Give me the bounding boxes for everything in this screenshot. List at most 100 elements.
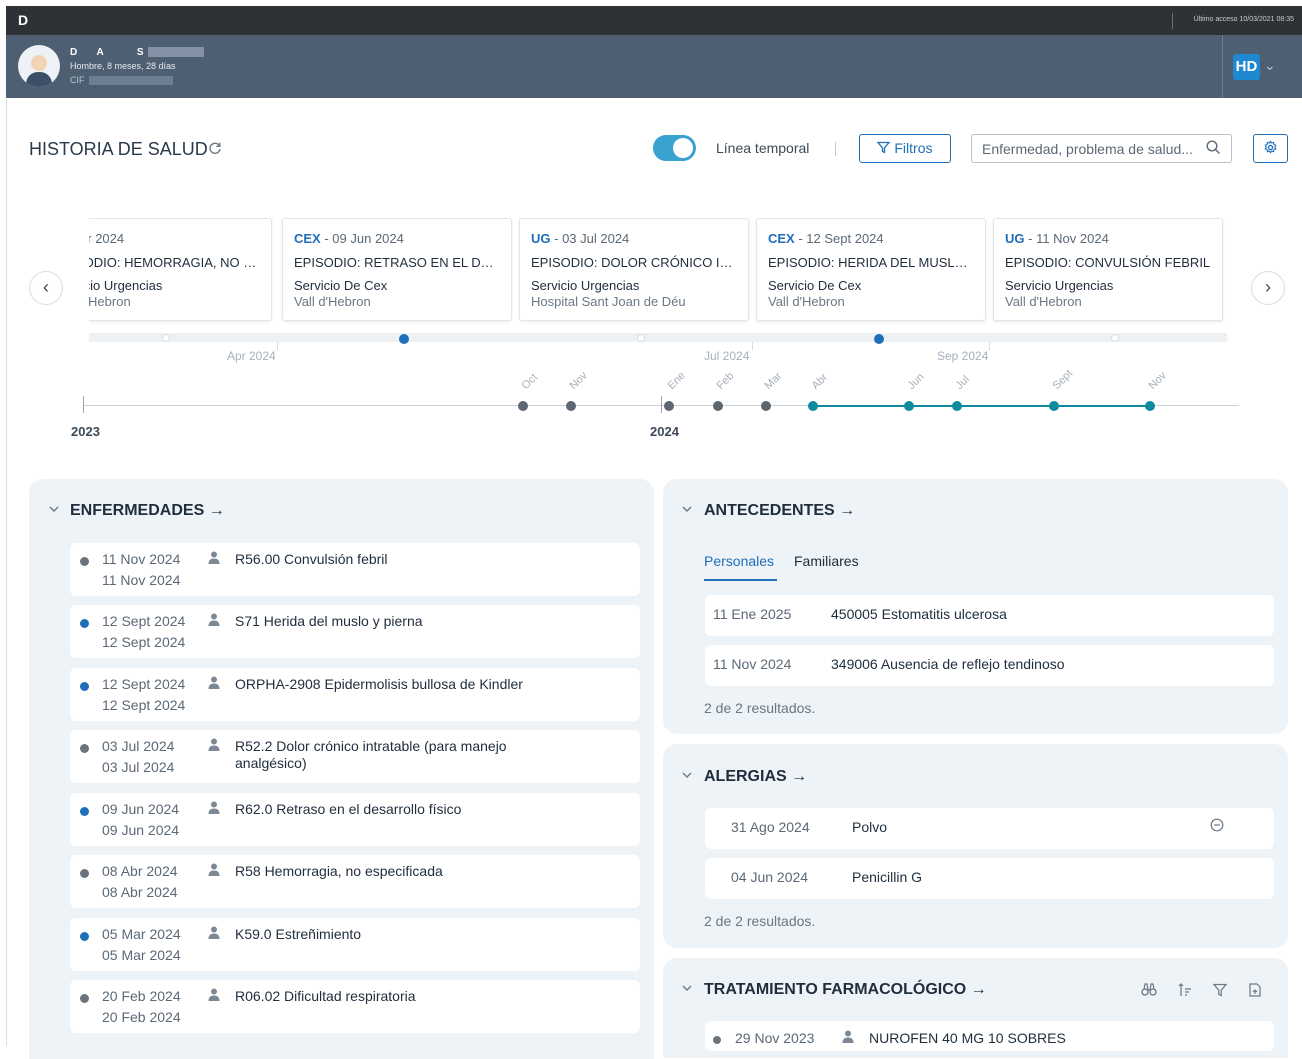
export-icon[interactable] xyxy=(1249,983,1261,1000)
chevron-down-icon[interactable] xyxy=(681,503,693,518)
timeline-card[interactable]: UG - 11 Nov 2024 EPISODIO: CONVULSIÓN FE… xyxy=(993,218,1223,321)
timeline-prev-button[interactable]: ‹ xyxy=(29,271,63,305)
timeline-next-button[interactable]: › xyxy=(1251,271,1285,305)
overview-point[interactable] xyxy=(566,401,576,411)
timeline-card[interactable]: UG - 03 Jul 2024 EPISODIO: DOLOR CRÓNICO… xyxy=(519,218,749,321)
timeline-card[interactable]: CEX - 12 Sept 2024 EPISODIO: HERIDA DEL … xyxy=(756,218,986,321)
user-icon xyxy=(208,613,220,629)
list-item[interactable]: 09 Jun 2024 09 Jun 2024 R62.0 Retraso en… xyxy=(70,793,640,846)
list-item[interactable]: 31 Ago 2024 Polvo xyxy=(705,808,1274,849)
timeline-card[interactable]: 08 Abr 2024 EPISODIO: HEMORRAGIA, NO E..… xyxy=(89,218,272,321)
timeline-point[interactable] xyxy=(399,334,409,344)
tab-familiares[interactable]: Familiares xyxy=(794,553,859,569)
list-item[interactable]: 12 Sept 2024 12 Sept 2024 S71 Herida del… xyxy=(70,605,640,658)
binoculars-icon[interactable] xyxy=(1141,983,1157,1000)
card-header: CEX - 12 Sept 2024 xyxy=(768,231,884,246)
settings-button[interactable] xyxy=(1253,134,1288,163)
card-date: 03 Jul 2024 xyxy=(562,231,630,246)
search-box[interactable] xyxy=(971,134,1232,163)
card-episode: EPISODIO: RETRASO EN EL DES... xyxy=(294,255,500,270)
year-label: 2023 xyxy=(71,424,100,439)
list-item[interactable]: 08 Abr 2024 08 Abr 2024 R58 Hemorragia, … xyxy=(70,855,640,908)
status-dot xyxy=(80,994,89,1003)
patient-name: D A S xyxy=(70,47,204,58)
user-badge[interactable]: HD xyxy=(1233,54,1260,80)
user-icon xyxy=(208,926,220,942)
sort-icon[interactable] xyxy=(1178,983,1192,1000)
list-item[interactable]: 03 Jul 2024 03 Jul 2024 R52.2 Dolor crón… xyxy=(70,730,640,783)
search-icon[interactable] xyxy=(1206,140,1221,159)
divider xyxy=(835,142,836,156)
patient-info: Hombre, 8 meses, 28 días xyxy=(70,61,176,71)
gear-icon xyxy=(1263,140,1278,157)
timeline-point[interactable] xyxy=(874,334,884,344)
timeline-card[interactable]: CEX - 09 Jun 2024 EPISODIO: RETRASO EN E… xyxy=(282,218,512,321)
filter-icon[interactable] xyxy=(1212,983,1228,1000)
chevron-down-icon[interactable]: ⌄ xyxy=(1264,57,1276,74)
diagnosis-text: R52.2 Dolor crónico intratable (para man… xyxy=(235,738,507,771)
overview-point[interactable] xyxy=(1049,401,1059,411)
divider xyxy=(1222,35,1223,98)
list-item[interactable]: 11 Nov 2024 11 Nov 2024 R56.00 Convulsió… xyxy=(70,543,640,596)
results-count: 2 de 2 resultados. xyxy=(704,913,816,929)
overview-point[interactable] xyxy=(761,401,771,411)
end-date: 20 Feb 2024 xyxy=(102,1009,181,1025)
overview-point[interactable] xyxy=(664,401,674,411)
timeline-toggle[interactable] xyxy=(653,135,696,161)
card-header: UG - 03 Jul 2024 xyxy=(531,231,630,246)
filters-button[interactable]: Filtros xyxy=(859,134,951,163)
antecedentes-title[interactable]: ANTECEDENTES → xyxy=(704,502,855,520)
tab-personales[interactable]: Personales xyxy=(704,553,774,569)
arrow-right-icon[interactable]: → xyxy=(971,981,987,998)
timeline-point[interactable] xyxy=(637,334,645,342)
card-date: 09 Jun 2024 xyxy=(332,231,404,246)
card-header: UG - 11 Nov 2024 xyxy=(1005,231,1109,246)
tratamiento-title[interactable]: TRATAMIENTO FARMACOLÓGICO → xyxy=(704,981,987,999)
diagnosis-text: R58 Hemorragia, no especificada xyxy=(235,863,443,879)
overview-point[interactable] xyxy=(713,401,723,411)
item-date: 04 Jun 2024 xyxy=(731,869,809,885)
patient-avatar xyxy=(18,45,60,87)
overview-point[interactable] xyxy=(808,401,818,411)
arrow-right-icon[interactable]: → xyxy=(839,502,855,519)
list-item[interactable]: 11 Nov 2024 349006 Ausencia de reflejo t… xyxy=(705,645,1274,686)
card-service: Servicio De Cex xyxy=(768,278,862,293)
search-input[interactable] xyxy=(982,140,1204,158)
list-item[interactable]: 11 Ene 2025 450005 Estomatitis ulcerosa xyxy=(705,595,1274,636)
list-item[interactable]: 20 Feb 2024 20 Feb 2024 R06.02 Dificulta… xyxy=(70,980,640,1033)
list-item[interactable]: 05 Mar 2024 05 Mar 2024 K59.0 Estreñimie… xyxy=(70,918,640,971)
arrow-right-icon[interactable]: → xyxy=(209,502,225,519)
chevron-down-icon[interactable] xyxy=(681,769,693,784)
chevron-down-icon[interactable] xyxy=(681,982,693,997)
enfermedades-title[interactable]: ENFERMEDADES → xyxy=(70,502,225,520)
diagnosis-text: R06.02 Dificultad respiratoria xyxy=(235,988,416,1004)
patient-cif: CIF xyxy=(70,75,173,86)
overview-point[interactable] xyxy=(904,401,914,411)
timeline-tick xyxy=(277,342,278,350)
overview-point[interactable] xyxy=(1145,401,1155,411)
chevron-down-icon[interactable] xyxy=(48,503,60,518)
timeline-track xyxy=(89,333,1227,342)
overview-point[interactable] xyxy=(518,401,528,411)
timeline-point[interactable] xyxy=(162,334,170,342)
divider xyxy=(1172,13,1173,29)
timeline-point[interactable] xyxy=(1111,334,1119,342)
card-episode: EPISODIO: DOLOR CRÓNICO INT... xyxy=(531,255,737,270)
redacted-block xyxy=(147,47,204,58)
start-date: 08 Abr 2024 xyxy=(102,863,178,879)
list-item[interactable]: 04 Jun 2024 Penicillin G xyxy=(705,858,1274,899)
card-service: Servicio Urgencias xyxy=(89,278,163,293)
start-date: 09 Jun 2024 xyxy=(102,801,180,817)
list-item[interactable]: 29 Nov 2023 NUROFEN 40 MG 10 SOBRES xyxy=(705,1021,1274,1051)
refresh-icon[interactable] xyxy=(208,141,222,158)
card-type: CEX xyxy=(294,231,321,246)
item-text: 450005 Estomatitis ulcerosa xyxy=(831,606,1007,622)
alergias-title[interactable]: ALERGIAS → xyxy=(704,768,807,786)
item-date: 29 Nov 2023 xyxy=(735,1030,815,1046)
overview-point[interactable] xyxy=(952,401,962,411)
list-item[interactable]: 12 Sept 2024 12 Sept 2024 ORPHA-2908 Epi… xyxy=(70,668,640,721)
avatar-body xyxy=(26,72,52,87)
arrow-right-icon[interactable]: → xyxy=(791,768,807,785)
comment-icon[interactable] xyxy=(1210,818,1224,835)
year-marker xyxy=(661,396,662,413)
